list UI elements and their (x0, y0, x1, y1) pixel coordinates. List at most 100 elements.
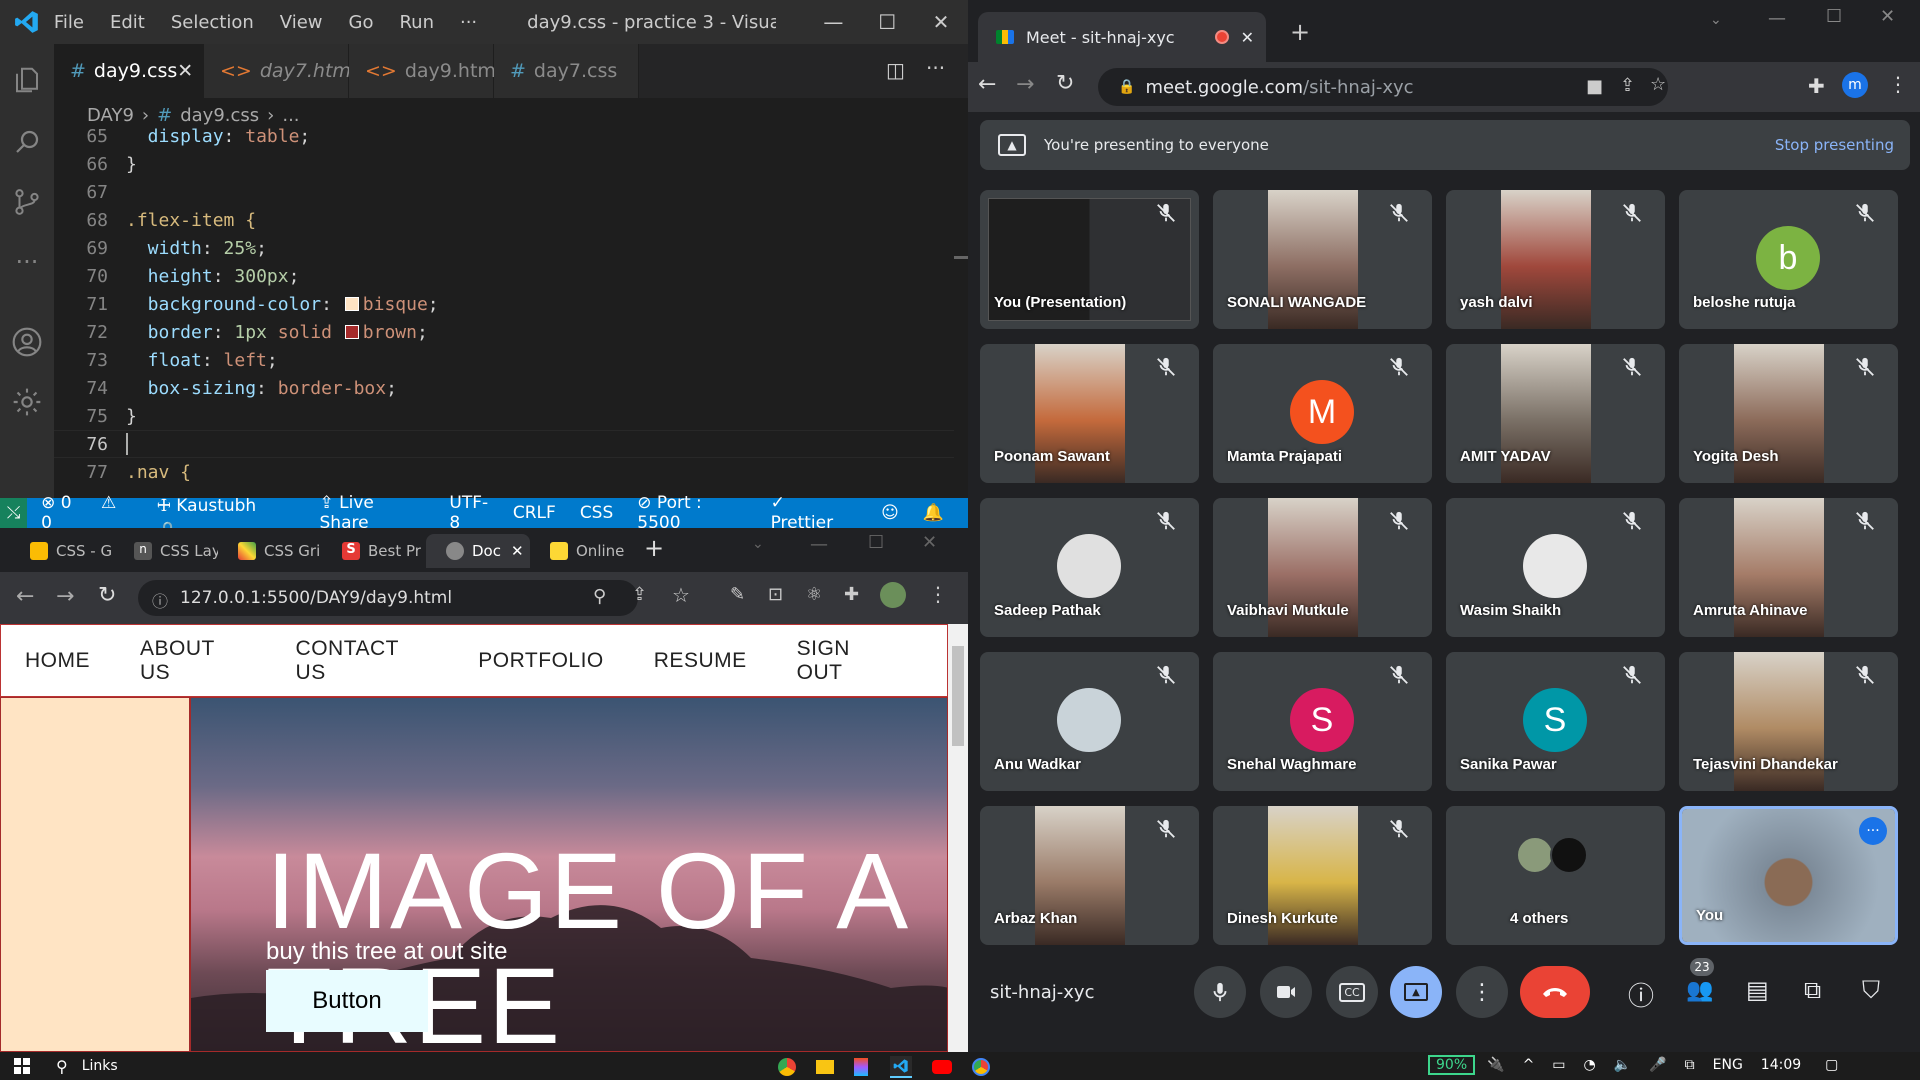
participant-tile[interactable]: b beloshe rutuja (1679, 190, 1898, 329)
info-icon[interactable]: ⓘ (152, 588, 168, 612)
nav-contact-link[interactable]: CONTACT US (296, 637, 429, 685)
meeting-details-icon[interactable]: ⓘ (1628, 976, 1654, 1013)
tab-day9-css[interactable]: # day9.css ✕ (54, 44, 204, 98)
participant-tile[interactable]: Amruta Ahinave (1679, 498, 1898, 637)
nav-home-link[interactable]: HOME (25, 649, 90, 673)
participant-tile[interactable]: 4 others (1446, 806, 1665, 945)
browser-tab-active[interactable]: Doc ✕ (426, 534, 530, 568)
chrome-app-icon[interactable] (778, 1058, 796, 1076)
reload-icon[interactable]: ↻ (1056, 71, 1074, 96)
wifi-icon[interactable]: ◔ (1584, 1057, 1596, 1073)
menu-run[interactable]: Run (399, 12, 434, 33)
menu-view[interactable]: View (280, 12, 323, 33)
hero-button[interactable]: Button (266, 970, 428, 1032)
chrome-profile-icon[interactable] (972, 1058, 990, 1076)
participant-tile[interactable]: S Snehal Waghmare (1213, 652, 1432, 791)
back-icon[interactable]: ← (16, 584, 34, 609)
more-icon[interactable]: ··· (9, 244, 45, 280)
participant-tile[interactable]: Yogita Desh (1679, 344, 1898, 483)
search-icon[interactable]: ⚲ (56, 1057, 68, 1076)
browser-menu-icon[interactable]: ⋮ (928, 582, 948, 606)
clock-time[interactable]: 14:09 (1761, 1057, 1801, 1073)
chat-icon[interactable]: ▤ (1746, 976, 1769, 1004)
new-tab-button[interactable]: + (1290, 18, 1310, 46)
display-icon[interactable]: ⧉ (1685, 1057, 1695, 1073)
forward-icon[interactable]: → (56, 584, 74, 609)
browser-tab[interactable]: n CSS Lay (114, 534, 218, 568)
page-scrollbar[interactable] (948, 624, 968, 1052)
address-bar[interactable]: 🔒 meet.google.com/sit-hnaj-xyc ■ ⇪ ☆ (1098, 68, 1668, 106)
problems-indicator[interactable]: ⊗ 0 ⚠ 0 (41, 493, 133, 533)
people-icon[interactable]: 👥 (1686, 978, 1713, 1003)
mic-in-use-icon[interactable]: 🎤 (1649, 1057, 1666, 1073)
profile-avatar[interactable] (880, 582, 906, 608)
taskbar-search-label[interactable]: Links (82, 1058, 118, 1074)
minimize-button[interactable]: — (806, 10, 860, 34)
menu-file[interactable]: File (54, 12, 84, 33)
nav-about-link[interactable]: ABOUT US (140, 637, 246, 685)
color-swatch-brown[interactable] (344, 324, 359, 339)
input-language[interactable]: ENG (1713, 1057, 1743, 1073)
close-window-button[interactable]: ✕ (1880, 6, 1895, 27)
more-options-button[interactable]: ⋮ (1456, 966, 1508, 1018)
volume-icon[interactable]: 🔈 (1614, 1057, 1631, 1073)
reload-icon[interactable]: ↻ (98, 583, 116, 608)
vscode-taskbar-icon[interactable] (890, 1056, 912, 1078)
close-button[interactable]: ✕ (914, 10, 968, 34)
new-tab-button[interactable]: + (644, 534, 664, 562)
maximize-button[interactable]: ☐ (868, 532, 884, 553)
remote-icon[interactable]: ⤯ (0, 498, 28, 528)
present-button[interactable]: ▲ (1390, 966, 1442, 1018)
tab-day9-html[interactable]: <> day9.html (349, 44, 501, 98)
participant-tile[interactable]: Anu Wadkar (980, 652, 1199, 791)
extension-icon[interactable]: ✎ (730, 584, 745, 605)
windows-start-icon[interactable] (0, 1058, 44, 1074)
activities-icon[interactable]: ⧉ (1804, 976, 1821, 1004)
back-icon[interactable]: ← (978, 72, 996, 97)
close-tab-icon[interactable]: ✕ (1241, 28, 1254, 47)
browser-tab[interactable]: CSS - G (10, 534, 114, 568)
live-share-button[interactable]: ⇪ Live Share (320, 493, 426, 533)
feedback-icon[interactable]: ☺ (881, 503, 899, 523)
participant-tile[interactable]: Vaibhavi Mutkule (1213, 498, 1432, 637)
nav-resume-link[interactable]: RESUME (654, 649, 747, 673)
nav-portfolio-link[interactable]: PORTFOLIO (478, 649, 603, 673)
participant-tile[interactable]: Arbaz Khan (980, 806, 1199, 945)
extensions-puzzle-icon[interactable]: ✚ (1808, 74, 1825, 98)
language-indicator[interactable]: CSS (580, 503, 613, 523)
tile-more-options-icon[interactable]: ··· (1859, 817, 1887, 845)
browser-tab[interactable]: CSS Gri (218, 534, 322, 568)
react-devtools-icon[interactable]: ⚛ (806, 584, 822, 605)
battery-icon[interactable]: ▭ (1552, 1057, 1565, 1073)
code-editor[interactable]: 65 display: table; 66} 67 68 .flex-item {… (54, 126, 968, 498)
browser-tab[interactable]: Online (530, 534, 634, 568)
prettier-indicator[interactable]: ✓ Prettier (771, 493, 858, 533)
participant-tile[interactable]: S Sanika Pawar (1446, 652, 1665, 791)
bookmark-star-icon[interactable]: ☆ (1650, 74, 1666, 95)
browser-menu-icon[interactable]: ⋮ (1888, 72, 1908, 96)
menu-edit[interactable]: Edit (110, 12, 145, 33)
tab-day7-html[interactable]: <> day7.html (204, 44, 356, 98)
participant-tile[interactable]: yash dalvi (1446, 190, 1665, 329)
participant-tile[interactable]: You (Presentation) (980, 190, 1199, 329)
participant-tile[interactable]: Dinesh Kurkute (1213, 806, 1432, 945)
host-controls-shield-icon[interactable]: ⛉ (1862, 976, 1880, 1004)
source-control-icon[interactable] (9, 184, 45, 220)
notifications-bell-icon[interactable]: 🔔 (923, 503, 944, 523)
self-video-tile[interactable]: ··· You (1679, 806, 1898, 945)
youtube-icon[interactable] (932, 1060, 952, 1074)
meet-tab[interactable]: Meet - sit-hnaj-xyc ✕ (978, 12, 1266, 62)
tab-search-icon[interactable]: ⌄ (752, 536, 764, 552)
close-tab-icon[interactable]: ✕ (177, 60, 193, 82)
browser-tab[interactable]: S Best Pr (322, 534, 426, 568)
editor-more-icon[interactable]: ··· (926, 56, 945, 80)
stop-presenting-button[interactable]: Stop presenting (1775, 136, 1894, 154)
search-icon[interactable] (9, 124, 45, 160)
camera-button[interactable] (1260, 966, 1312, 1018)
eol-indicator[interactable]: CRLF (513, 503, 556, 523)
minimize-button[interactable]: — (810, 534, 828, 555)
participant-tile[interactable]: Poonam Sawant (980, 344, 1199, 483)
extensions-puzzle-icon[interactable]: ✚ (844, 584, 859, 605)
zoom-icon[interactable]: ⚲ (593, 586, 606, 607)
color-swatch-bisque[interactable] (344, 296, 359, 311)
